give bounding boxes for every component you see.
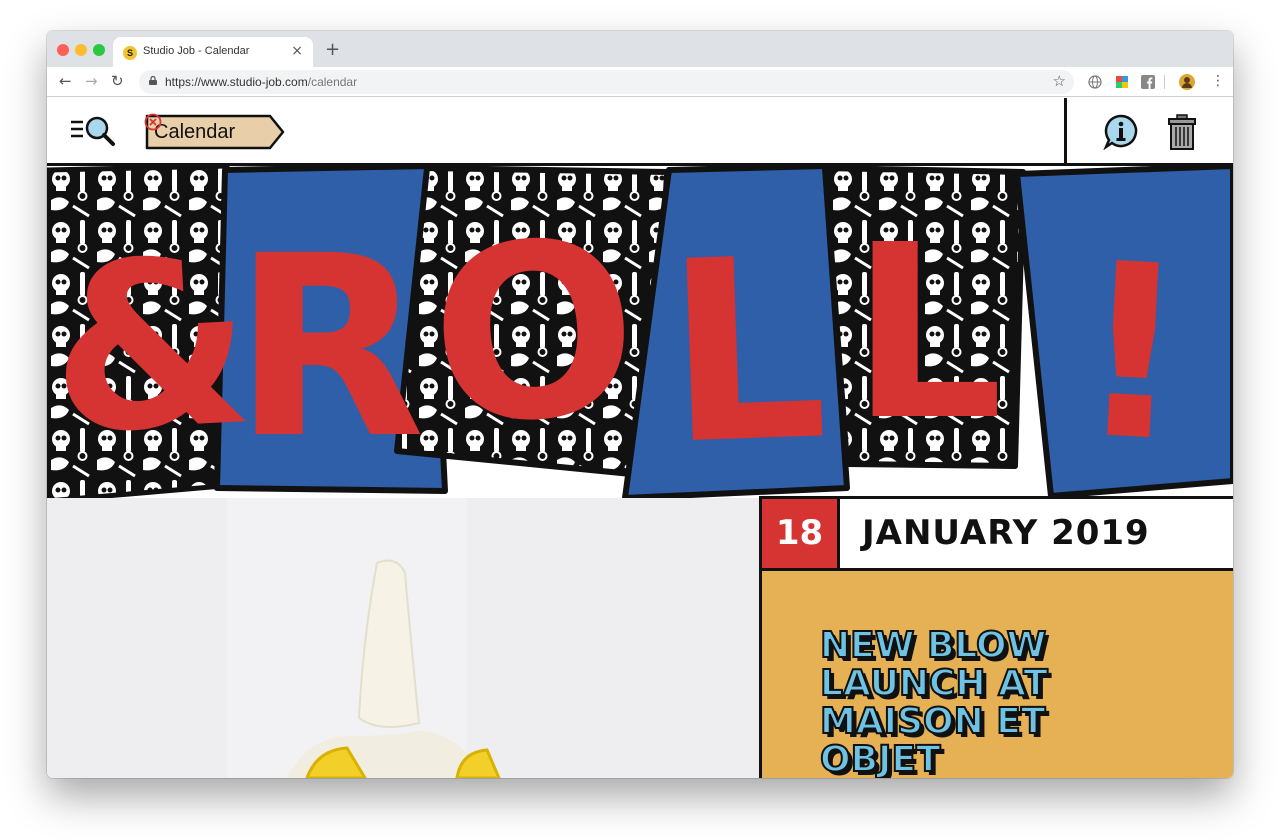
event-card[interactable]: NEW BLOW LAUNCH AT MAISON ET OBJET — [759, 568, 1233, 778]
remove-filter-icon[interactable] — [144, 113, 162, 131]
tab-close-icon[interactable]: × — [291, 43, 303, 59]
bookmark-star-icon[interactable]: ☆ — [1053, 72, 1066, 90]
banner-letter: R — [233, 202, 426, 493]
banner-letter: L — [851, 193, 1004, 473]
menu-search-icon[interactable] — [69, 114, 117, 148]
banana-figurine-image — [47, 498, 759, 778]
event-day: 18 — [762, 499, 840, 568]
header-divider — [1064, 98, 1067, 166]
forward-button[interactable]: → — [85, 72, 98, 90]
event-date: 18 JANUARY 2019 — [759, 496, 1233, 568]
colorful-extension-icon[interactable] — [1115, 75, 1129, 89]
minimize-window-button[interactable] — [75, 44, 87, 56]
browser-menu-icon[interactable]: ⋮ — [1211, 73, 1225, 89]
back-button[interactable]: ← — [59, 72, 72, 90]
event-month-year: JANUARY 2019 — [862, 513, 1150, 553]
rock-and-roll-banner: & R O L L ! — [47, 166, 1233, 511]
calendar-filter-chip[interactable]: Calendar — [144, 113, 285, 151]
facebook-extension-icon[interactable] — [1141, 75, 1155, 89]
lock-icon — [149, 76, 157, 85]
address-bar[interactable]: https://www.studio-job.com/calendar ☆ — [139, 70, 1074, 94]
banner-artwork: & R O L L ! — [47, 166, 1233, 511]
site-header: Calendar — [47, 98, 1233, 166]
banner-letter: & — [47, 209, 258, 486]
event-title[interactable]: NEW BLOW LAUNCH AT MAISON ET OBJET — [819, 626, 1120, 779]
browser-tab[interactable]: S Studio Job - Calendar × — [113, 37, 313, 67]
trash-icon[interactable] — [1167, 114, 1197, 150]
browser-toolbar: ← → ↻ https://www.studio-job.com/calenda… — [47, 67, 1233, 97]
tab-strip: S Studio Job - Calendar × + — [47, 31, 1233, 67]
url-text: https://www.studio-job.com/calendar — [165, 75, 358, 89]
globe-extension-icon[interactable] — [1088, 75, 1102, 89]
web-page: Calendar & R O L L ! 18 JANUARY 2019 NEW… — [47, 98, 1233, 778]
calendar-filter-label: Calendar — [154, 121, 236, 143]
product-image — [47, 498, 759, 778]
profile-avatar[interactable] — [1179, 74, 1195, 90]
browser-window: S Studio Job - Calendar × + ← → ↻ https:… — [47, 31, 1233, 778]
toolbar-divider — [1164, 75, 1165, 89]
new-tab-button[interactable]: + — [325, 39, 340, 60]
banner-letter: L — [662, 203, 831, 499]
info-icon[interactable] — [1103, 114, 1139, 150]
tab-title: Studio Job - Calendar — [143, 45, 250, 57]
zoom-window-button[interactable] — [93, 44, 105, 56]
reload-button[interactable]: ↻ — [111, 72, 124, 90]
banner-letter: O — [423, 186, 646, 480]
site-favicon-icon: S — [123, 46, 137, 60]
banner-letter: ! — [1071, 210, 1195, 495]
close-window-button[interactable] — [57, 44, 69, 56]
